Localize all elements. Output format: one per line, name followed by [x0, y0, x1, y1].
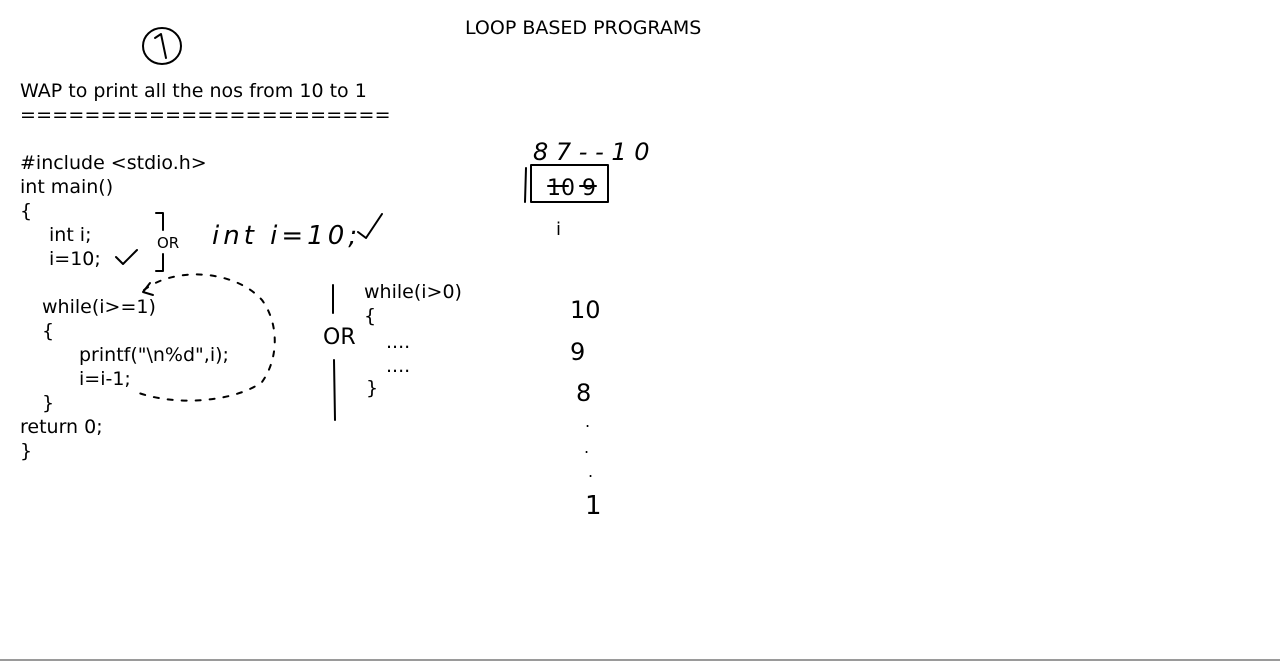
- alt-loop-header: while(i>0): [364, 281, 462, 303]
- code-line-include: #include <stdio.h>: [20, 152, 207, 174]
- memory-box: [524, 164, 609, 203]
- code-line-init: i=10;: [49, 248, 101, 270]
- alt-loop-body-1: ....: [386, 331, 411, 353]
- dashed-loop-arrow: [135, 273, 276, 402]
- memory-box-value: 10 9: [547, 176, 596, 201]
- output-value-8: 8: [576, 379, 591, 407]
- code-line-while-open: {: [42, 320, 55, 342]
- output-ellipsis-3: .: [588, 462, 593, 481]
- or-label-1: OR: [157, 234, 179, 252]
- code-line-close-brace: }: [20, 440, 33, 462]
- output-ellipsis-1: .: [585, 412, 590, 431]
- output-value-9: 9: [570, 338, 585, 366]
- problem-underline: =======================: [20, 104, 391, 126]
- alt-loop-close: }: [366, 377, 379, 399]
- page-title: LOOP BASED PROGRAMS: [465, 17, 702, 39]
- code-line-return: return 0;: [20, 416, 103, 438]
- or-annotation-1: [155, 212, 164, 272]
- problem-number-badge: 1: [142, 27, 182, 65]
- or-label-2: OR: [323, 325, 356, 350]
- memory-var-label: i: [556, 219, 561, 240]
- code-line-printf: printf("\n%d",i);: [79, 344, 229, 366]
- check-mark-icon: [357, 213, 383, 239]
- code-line-while: while(i>=1): [42, 296, 156, 318]
- code-line-while-close: }: [42, 392, 55, 414]
- problem-statement: WAP to print all the nos from 10 to 1: [20, 80, 367, 102]
- whiteboard-canvas: LOOP BASED PROGRAMS WAP to print all the…: [0, 0, 1280, 661]
- alt-loop-open: {: [364, 305, 377, 327]
- output-ellipsis-2: .: [584, 438, 589, 457]
- alt-declaration: int i=10;: [212, 221, 361, 251]
- code-line-decl: int i;: [49, 224, 92, 246]
- check-mark-icon: [115, 249, 138, 265]
- alt-loop-body-2: ....: [386, 355, 411, 377]
- output-value-1: 1: [585, 491, 602, 521]
- code-line-open-brace: {: [20, 200, 33, 222]
- memory-previous-values: 8 7 - - 1 0: [533, 138, 650, 166]
- output-value-10: 10: [570, 296, 601, 324]
- code-line-decrement: i=i-1;: [79, 368, 131, 390]
- or-divider: [332, 284, 336, 421]
- code-line-main: int main(): [20, 176, 114, 198]
